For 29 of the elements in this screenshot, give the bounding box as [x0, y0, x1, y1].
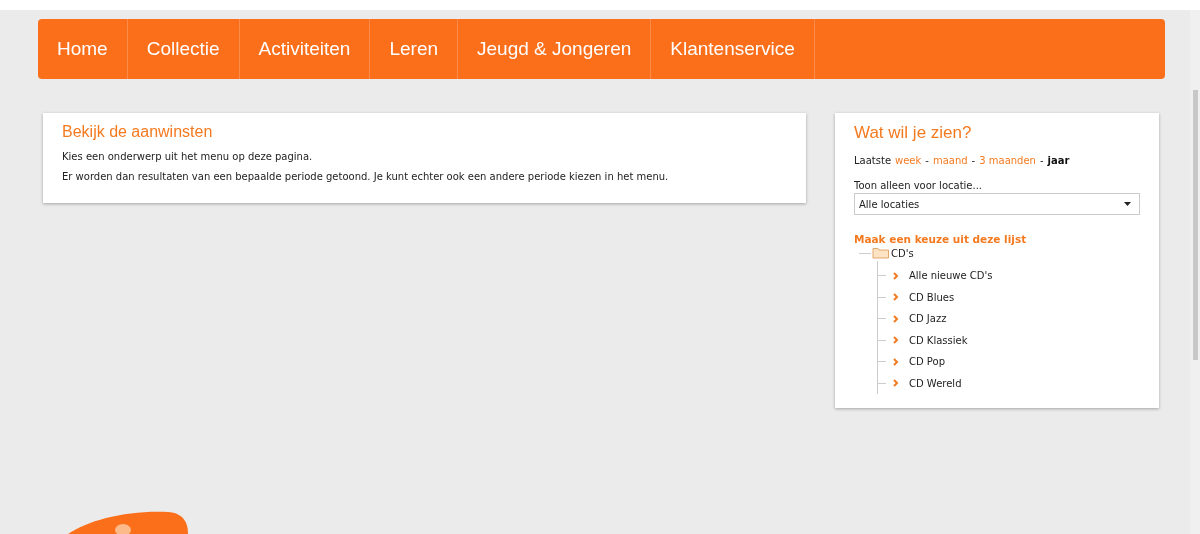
tree-item[interactable]: CD Klassiek: [909, 334, 968, 346]
chevron-icon: [893, 357, 899, 366]
separator-text: -: [1039, 155, 1044, 166]
caret-icon: [1124, 202, 1131, 206]
period-label: Laatste: [854, 155, 892, 166]
period-link[interactable]: jaar: [1047, 155, 1070, 166]
logo-shape-icon: [68, 510, 188, 534]
card-title: Wat wil je zien?: [854, 123, 973, 143]
separator-text: -: [971, 155, 976, 166]
paragraph: Er worden dan resultaten van een bepaalde periode getoond. Je kunt echter ook een andere periode kiezen in het menu.: [62, 171, 670, 182]
tree-item[interactable]: Alle nieuwe CD's: [909, 270, 993, 282]
chevron-icon: [893, 379, 899, 388]
location-dropdown[interactable]: Alle locaties: [854, 193, 1140, 215]
tree-item[interactable]: CD's: [891, 247, 914, 259]
folder-icon: [872, 247, 890, 259]
location-label: Toon alleen voor locatie...: [854, 180, 984, 191]
chevron-icon: [893, 293, 899, 302]
scrollbar[interactable]: [1190, 10, 1200, 534]
tree-item[interactable]: CD Blues: [909, 291, 955, 303]
card-title: Bekijk de aanwinsten: [62, 123, 214, 141]
chevron-icon: [893, 336, 899, 345]
list-heading: Maak een keuze uit deze lijst: [854, 233, 1028, 245]
paragraph: Kies een onderwerp uit het menu op deze pagina.: [62, 151, 314, 162]
tree-item[interactable]: CD Wereld: [909, 377, 962, 389]
tree-item[interactable]: CD Jazz: [909, 313, 947, 325]
chevron-icon: [893, 314, 899, 323]
tree-item[interactable]: CD Pop: [909, 356, 945, 368]
chevron-icon: [893, 271, 899, 280]
separator-text: -: [925, 155, 929, 166]
